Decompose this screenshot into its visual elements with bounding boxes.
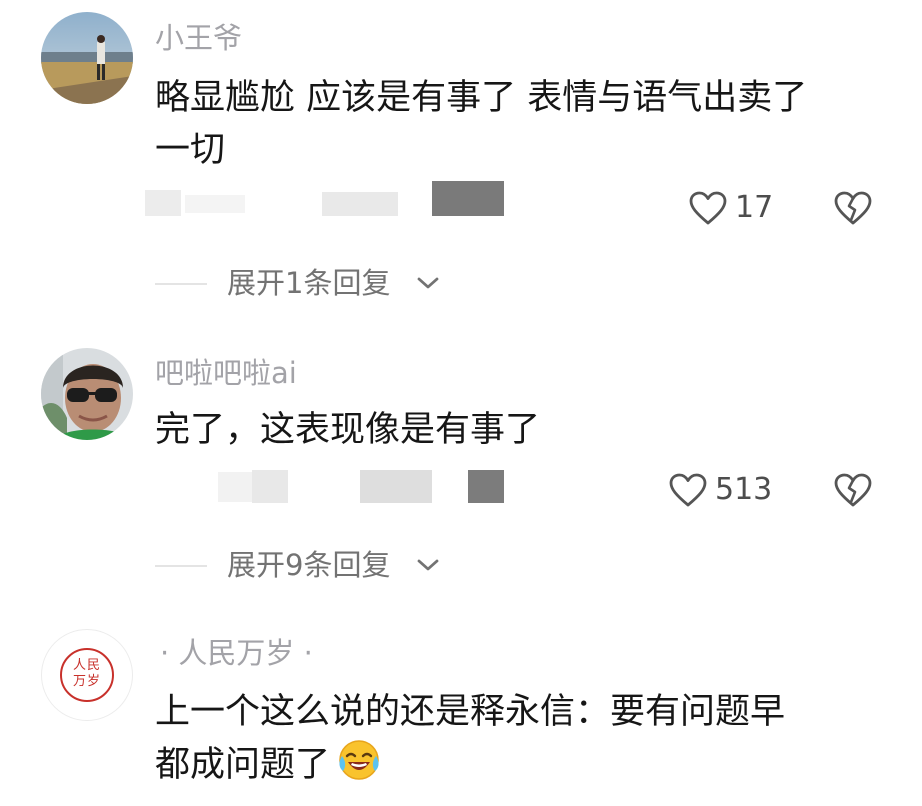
blurred-meta	[432, 181, 504, 216]
seal-logo-text: 人民万岁	[72, 658, 101, 689]
comment-text-line-wrap: 都成问题了	[155, 738, 381, 791]
like-button[interactable]: 17	[688, 188, 778, 228]
blurred-meta	[322, 192, 398, 216]
comment-text-line: 完了，这表现像是有事了	[155, 410, 541, 450]
blurred-meta	[145, 190, 181, 216]
username[interactable]: 小王爷	[155, 22, 242, 54]
comment-text-line: 略显尴尬 应该是有事了 表情与语气出卖了	[155, 78, 808, 118]
blurred-meta	[468, 470, 504, 503]
dislike-button[interactable]	[833, 190, 873, 226]
avatar[interactable]: 人民万岁	[41, 629, 133, 721]
comment-text-line: 上一个这么说的还是释永信：要有问题早	[155, 692, 786, 732]
blurred-meta	[252, 470, 288, 503]
avatar-photo	[41, 348, 133, 440]
expand-replies-label: 展开1条回复	[227, 266, 391, 300]
like-count: 513	[715, 472, 773, 507]
comment-text-line: 都成问题了	[155, 745, 331, 785]
expand-replies-label: 展开9条回复	[227, 548, 391, 582]
avatar-photo	[41, 12, 133, 104]
chevron-down-icon	[416, 274, 440, 292]
blurred-meta	[360, 470, 432, 503]
username[interactable]: 吧啦吧啦ai	[155, 357, 297, 389]
expand-replies-button[interactable]: 展开1条回复	[155, 266, 455, 302]
avatar[interactable]	[41, 348, 133, 440]
broken-heart-icon	[833, 472, 873, 508]
broken-heart-icon	[833, 190, 873, 226]
blurred-meta	[218, 472, 252, 502]
like-count: 17	[735, 190, 774, 225]
divider	[155, 283, 207, 285]
heart-icon	[688, 190, 728, 226]
laugh-cry-emoji-icon	[337, 738, 381, 782]
divider	[155, 565, 207, 567]
avatar[interactable]	[41, 12, 133, 104]
heart-icon	[668, 472, 708, 508]
like-button[interactable]: 513	[668, 470, 778, 510]
chevron-down-icon	[416, 556, 440, 574]
comment-text-line: 一切	[155, 130, 226, 170]
dislike-button[interactable]	[833, 472, 873, 508]
username[interactable]: · 人民万岁 ·	[160, 637, 313, 669]
blurred-meta	[185, 195, 245, 213]
expand-replies-button[interactable]: 展开9条回复	[155, 548, 455, 584]
